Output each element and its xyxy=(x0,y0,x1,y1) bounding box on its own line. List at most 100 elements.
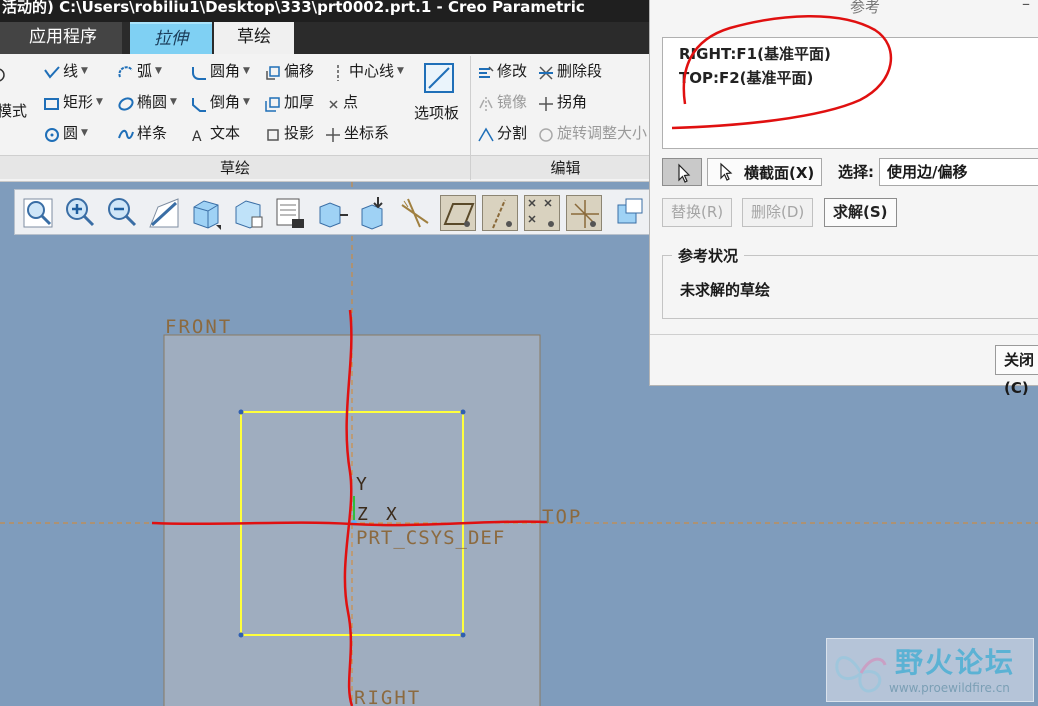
cursor-arrow-icon xyxy=(720,162,733,181)
project-label: 投影 xyxy=(284,124,315,142)
axis-display-button[interactable] xyxy=(482,195,518,231)
ellipse-button[interactable]: 椭圆 ▼ xyxy=(118,89,177,115)
select-reference-button[interactable] xyxy=(662,158,702,186)
rectangle-button[interactable]: 矩形 ▼ xyxy=(44,89,103,115)
spline-icon xyxy=(118,125,134,141)
fillet-button[interactable]: 圆角 ▼ xyxy=(191,58,250,84)
modify-icon xyxy=(478,63,494,79)
csys-button[interactable]: 坐标系 xyxy=(325,120,389,146)
csys-display-icon xyxy=(571,200,599,228)
rectangle-icon xyxy=(44,94,60,110)
mirror-icon xyxy=(478,94,494,111)
rectangle-dropdown-icon[interactable]: ▼ xyxy=(96,89,103,115)
reference-item[interactable]: TOP:F2(基准平面) xyxy=(679,66,1025,90)
view-manager-button[interactable] xyxy=(272,195,308,231)
modify-button[interactable]: 修改 xyxy=(478,58,527,84)
fillet-dropdown-icon[interactable]: ▼ xyxy=(243,58,250,84)
display-style-button[interactable] xyxy=(188,195,224,231)
window-title: 活动的) C:\Users\robiliu1\Desktop\333\prt00… xyxy=(2,0,585,16)
delete-button[interactable]: 删除(D) xyxy=(742,198,814,227)
plane-display-button[interactable] xyxy=(440,195,476,231)
text-button[interactable]: A 文本 xyxy=(191,120,240,146)
corner-icon xyxy=(538,94,554,111)
tab-extrude[interactable]: 拉伸 xyxy=(130,22,212,54)
refit-button[interactable] xyxy=(20,195,56,231)
front-label: FRONT xyxy=(165,316,232,338)
chamfer-button[interactable]: 倒角 ▼ xyxy=(191,89,250,115)
repaint-icon xyxy=(149,198,179,228)
point-icon xyxy=(328,94,340,110)
close-button[interactable]: 关闭(C) xyxy=(995,345,1038,397)
point-display-button[interactable] xyxy=(524,195,560,231)
line-button[interactable]: 线 ▼ xyxy=(44,58,88,84)
corner-button[interactable]: 拐角 xyxy=(538,89,587,115)
offset-label: 偏移 xyxy=(284,62,315,80)
spin-center-button[interactable] xyxy=(612,195,648,231)
zoom-out-button[interactable] xyxy=(104,195,140,231)
watermark-name: 野火论坛 xyxy=(895,646,1016,679)
arc-dropdown-icon[interactable]: ▼ xyxy=(155,58,162,84)
rotate-resize-button[interactable]: 旋转调整大小 xyxy=(538,120,647,146)
reference-item[interactable]: RIGHT:F1(基准平面) xyxy=(679,42,1025,66)
delete-segment-button[interactable]: 删除段 xyxy=(538,58,602,84)
spin-center-icon xyxy=(617,198,643,224)
circle-icon xyxy=(44,125,60,142)
reference-status-legend: 参考状况 xyxy=(672,245,745,266)
csys-icon xyxy=(325,125,341,142)
minimize-icon[interactable]: – xyxy=(1022,0,1030,13)
repaint-button[interactable] xyxy=(146,195,182,231)
sketch-view-button[interactable] xyxy=(314,195,350,231)
text-icon: A xyxy=(191,125,207,145)
ellipse-icon xyxy=(118,94,134,111)
point-button[interactable]: 点 xyxy=(328,89,358,115)
csys-display-button[interactable] xyxy=(566,195,602,231)
fillet-icon xyxy=(191,63,207,80)
top-label: TOP xyxy=(542,506,582,528)
cross-section-button[interactable]: 横截面(X) xyxy=(707,158,822,186)
select-mode-dropdown[interactable]: 使用边/偏移 xyxy=(879,158,1038,186)
mirror-label: 镜像 xyxy=(497,93,528,111)
datum-display-button[interactable] xyxy=(398,195,434,231)
mode-button[interactable]: 模式 xyxy=(0,98,27,124)
palette-button[interactable]: 选项板 xyxy=(412,58,466,126)
mode-icon[interactable] xyxy=(0,62,8,88)
svg-text:A: A xyxy=(192,129,202,143)
sketch-group-label: 草绘 xyxy=(0,155,470,179)
mirror-button[interactable]: 镜像 xyxy=(478,89,527,115)
chamfer-dropdown-icon[interactable]: ▼ xyxy=(243,89,250,115)
centerline-button[interactable]: 中心线 ▼ xyxy=(330,58,404,84)
vertex-top-left xyxy=(238,409,244,415)
project-button[interactable]: 投影 xyxy=(265,120,314,146)
ellipse-dropdown-icon[interactable]: ▼ xyxy=(170,89,177,115)
centerline-dropdown-icon[interactable]: ▼ xyxy=(397,58,404,84)
tab-applications[interactable]: 应用程序 xyxy=(0,22,122,54)
display-style-icon xyxy=(193,200,221,230)
forum-watermark: 野火论坛 www.proewildfire.cn xyxy=(826,638,1034,702)
palette-icon xyxy=(424,63,454,93)
solve-button[interactable]: 求解(S) xyxy=(824,198,897,227)
arc-button[interactable]: 弧 ▼ xyxy=(118,58,162,84)
references-list[interactable]: RIGHT:F1(基准平面) TOP:F2(基准平面) xyxy=(662,37,1038,149)
zoom-in-button[interactable] xyxy=(62,195,98,231)
centerline-label: 中心线 xyxy=(349,62,395,80)
replace-button[interactable]: 替换(R) xyxy=(662,198,733,227)
thicken-button[interactable]: 加厚 xyxy=(265,89,314,115)
line-dropdown-icon[interactable]: ▼ xyxy=(81,58,88,84)
rotate-resize-icon xyxy=(538,125,554,142)
saved-views-button[interactable] xyxy=(230,195,266,231)
refit-icon xyxy=(23,198,53,228)
reorient-icon xyxy=(361,197,383,230)
circle-button[interactable]: 圆 ▼ xyxy=(44,120,88,146)
dialog-separator xyxy=(650,334,1038,335)
spline-button[interactable]: 样条 xyxy=(118,120,167,146)
references-dialog: 参考 – RIGHT:F1(基准平面) TOP:F2(基准平面) 横截面(X) … xyxy=(649,0,1038,397)
line-label: 线 xyxy=(63,62,79,80)
circle-dropdown-icon[interactable]: ▼ xyxy=(81,120,88,146)
tab-sketch[interactable]: 草绘 xyxy=(214,22,294,54)
arc-label: 弧 xyxy=(137,62,153,80)
thicken-label: 加厚 xyxy=(284,93,315,111)
reorient-button[interactable] xyxy=(356,195,392,231)
offset-icon xyxy=(265,63,281,80)
offset-button[interactable]: 偏移 xyxy=(265,58,314,84)
divide-button[interactable]: 分割 xyxy=(478,120,527,146)
